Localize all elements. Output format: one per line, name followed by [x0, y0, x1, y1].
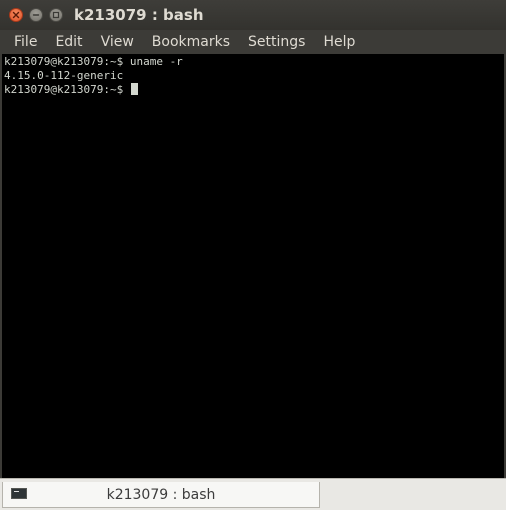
menu-view[interactable]: View	[92, 30, 143, 54]
close-icon	[12, 11, 20, 19]
menu-bar: File Edit View Bookmarks Settings Help	[0, 30, 506, 54]
tab-label: k213079 : bash	[106, 487, 216, 503]
title-bar[interactable]: k213079 : bash	[0, 0, 506, 30]
terminal-window: k213079 : bash File Edit View Bookmarks …	[0, 0, 506, 510]
minimize-icon	[32, 14, 40, 16]
maximize-window-button[interactable]	[49, 8, 63, 22]
window-title: k213079 : bash	[74, 6, 204, 24]
terminal-line: 4.15.0-112-generic	[4, 69, 124, 82]
tab-bar: k213079 : bash	[0, 478, 506, 510]
menu-file[interactable]: File	[0, 30, 46, 54]
terminal-prompt: k213079@k213079:~$	[4, 83, 130, 96]
minimize-window-button[interactable]	[29, 8, 43, 22]
menu-settings[interactable]: Settings	[239, 30, 314, 54]
terminal-prompt-line: k213079@k213079:~$	[4, 83, 502, 97]
tab-bash[interactable]: k213079 : bash	[2, 482, 320, 508]
terminal-output[interactable]: k213079@k213079:~$ uname -r 4.15.0-112-g…	[2, 54, 504, 478]
menu-bookmarks[interactable]: Bookmarks	[143, 30, 239, 54]
menu-edit[interactable]: Edit	[46, 30, 91, 54]
menu-help[interactable]: Help	[314, 30, 364, 54]
terminal-line: k213079@k213079:~$ uname -r	[4, 55, 183, 68]
text-cursor	[130, 83, 138, 95]
maximize-icon	[52, 11, 60, 19]
close-window-button[interactable]	[9, 8, 23, 22]
